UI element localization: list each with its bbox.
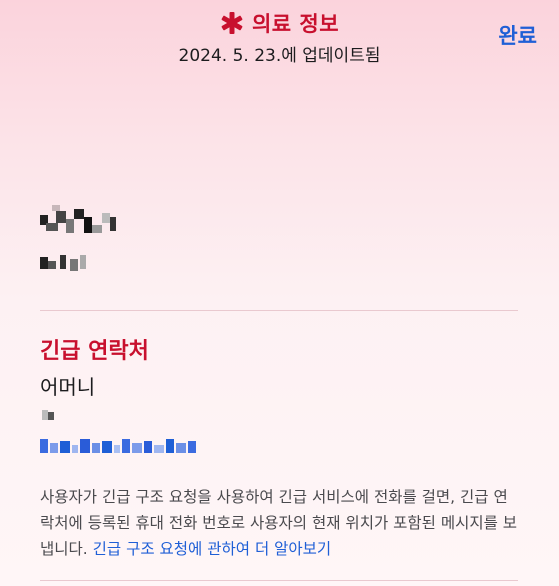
done-button[interactable]: 완료 xyxy=(498,20,537,50)
bottom-divider xyxy=(40,580,518,581)
medical-asterisk-icon xyxy=(221,12,243,34)
emergency-contacts-title: 긴급 연락처 xyxy=(40,339,149,364)
redacted-contact-name xyxy=(42,406,56,424)
header: 의료 정보 2024. 5. 23.에 업데이트됨 완료 xyxy=(0,0,559,80)
emergency-description: 사용자가 긴급 구조 요청을 사용하여 긴급 서비스에 전화를 걸면, 긴급 연… xyxy=(40,484,520,562)
contact-relation: 어머니 xyxy=(40,375,96,399)
redacted-phone-number[interactable] xyxy=(40,437,200,457)
updated-timestamp: 2024. 5. 23.에 업데이트됨 xyxy=(178,46,381,66)
redacted-detail xyxy=(40,253,90,273)
redacted-name xyxy=(40,205,120,237)
title-row: 의료 정보 xyxy=(0,8,559,38)
page-title: 의료 정보 xyxy=(251,12,340,36)
section-divider xyxy=(40,310,518,311)
learn-more-link[interactable]: 긴급 구조 요청에 관하여 더 알아보기 xyxy=(93,540,332,558)
